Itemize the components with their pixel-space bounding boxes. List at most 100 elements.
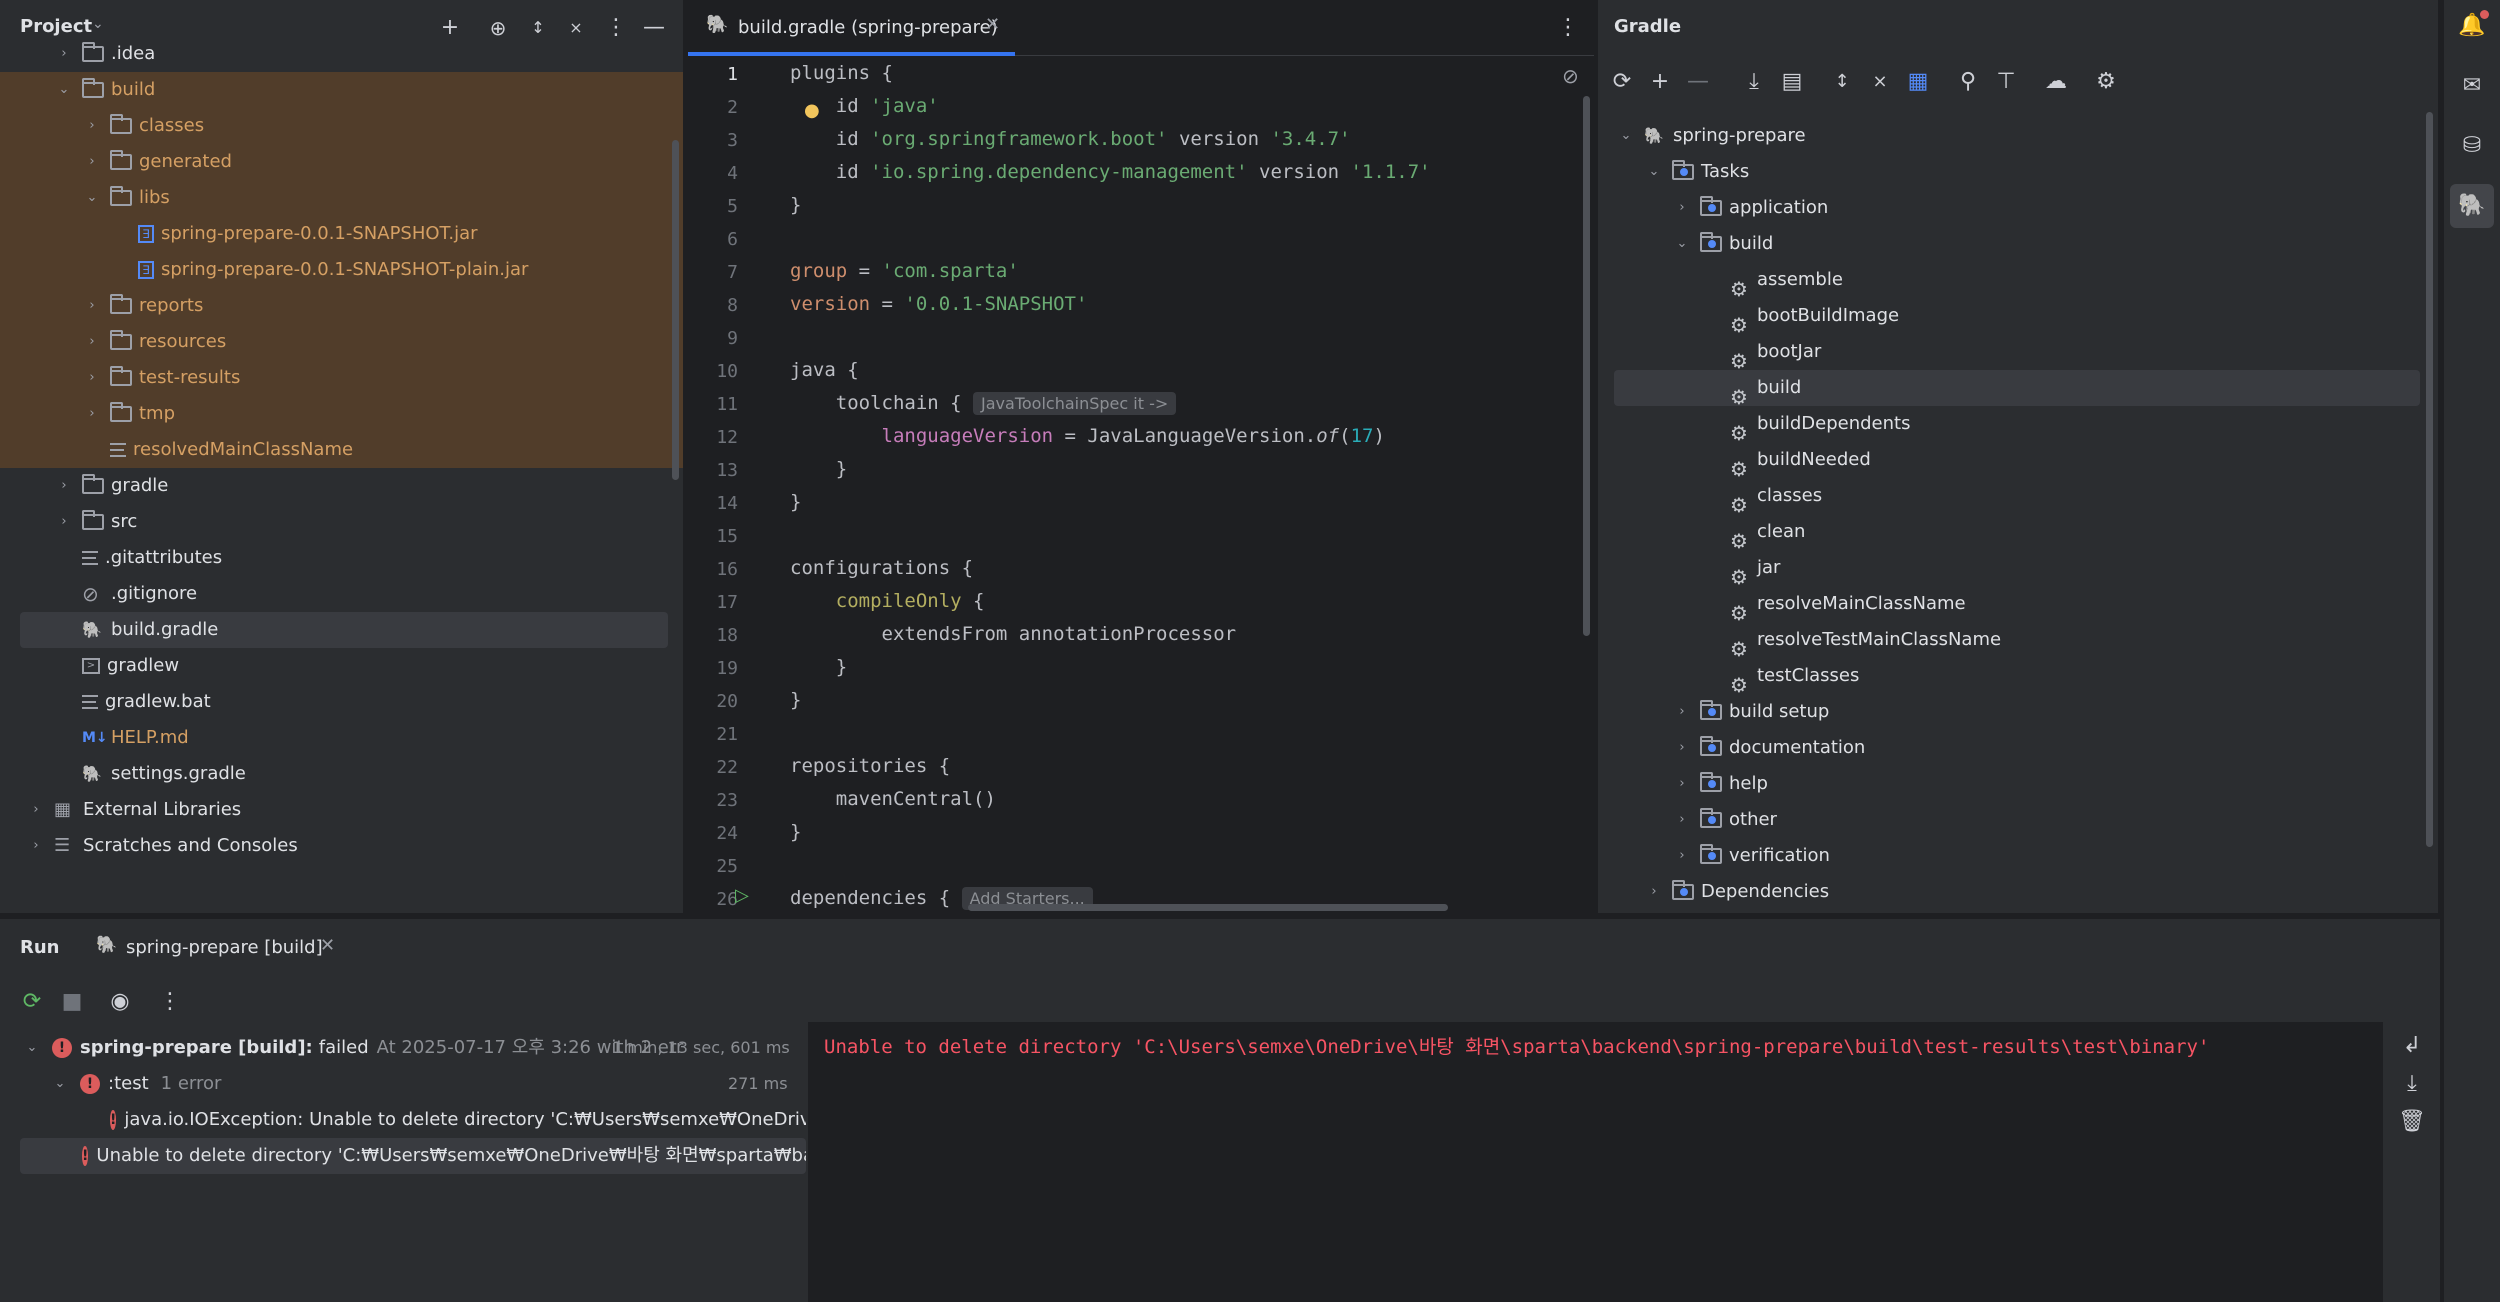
- reload-icon[interactable]: ⟳: [1608, 68, 1636, 96]
- gradle-tree-item[interactable]: › other: [1674, 802, 1777, 838]
- console-output[interactable]: Unable to delete directory 'C:\Users\sem…: [808, 1022, 2383, 1302]
- project-tree-item[interactable]: ⌄ libs: [84, 180, 170, 216]
- project-tree-item[interactable]: › test-results: [84, 360, 240, 396]
- collapse-all-icon[interactable]: ⨯: [1866, 68, 1894, 96]
- gradle-tree-item[interactable]: › help: [1674, 766, 1768, 802]
- clear-all-icon[interactable]: 🗑: [2398, 1108, 2426, 1136]
- chevron-right-icon[interactable]: ›: [28, 828, 44, 864]
- close-run-tab-icon[interactable]: ✕: [320, 935, 335, 956]
- run-gutter-icon[interactable]: ▷: [735, 885, 749, 906]
- add-icon[interactable]: +: [436, 14, 464, 42]
- project-tree-item[interactable]: .gitattributes: [56, 540, 222, 576]
- project-tree-item[interactable]: › src: [56, 504, 137, 540]
- project-tree-item[interactable]: › resources: [84, 324, 226, 360]
- reader-mode-icon[interactable]: ⊘: [1562, 64, 1579, 88]
- scroll-to-end-icon[interactable]: ⤓: [2398, 1070, 2426, 1098]
- download-icon[interactable]: ⤓: [1740, 68, 1768, 96]
- chevron-right-icon[interactable]: ›: [84, 288, 100, 324]
- project-tree-item[interactable]: › classes: [84, 108, 204, 144]
- chevron-down-icon[interactable]: ⌄: [56, 72, 72, 108]
- project-tree-item[interactable]: 🐘 settings.gradle: [56, 756, 246, 792]
- hide-panel-icon[interactable]: —: [640, 14, 668, 42]
- gradle-settings-icon[interactable]: ⚙: [2092, 68, 2120, 96]
- chevron-right-icon[interactable]: ›: [1674, 802, 1690, 838]
- chevron-down-icon[interactable]: ⌄: [1618, 118, 1634, 154]
- project-tree-item[interactable]: M↓ HELP.md: [56, 720, 189, 756]
- eye-icon[interactable]: ◉: [106, 988, 134, 1016]
- project-tree-item[interactable]: › .idea: [56, 36, 155, 72]
- chevron-right-icon[interactable]: ›: [1646, 874, 1662, 910]
- project-tree-item[interactable]: › generated: [84, 144, 232, 180]
- soft-wrap-icon[interactable]: ↲: [2398, 1032, 2426, 1060]
- chevron-right-icon[interactable]: ›: [56, 468, 72, 504]
- stop-icon[interactable]: ■: [58, 988, 86, 1016]
- chevron-right-icon[interactable]: ›: [1674, 190, 1690, 226]
- collapse-all-icon[interactable]: ⨯: [562, 14, 590, 42]
- gradle-tree-item[interactable]: › documentation: [1674, 730, 1865, 766]
- project-tree-item[interactable]: > gradlew: [56, 648, 179, 684]
- project-tree-item[interactable]: resolvedMainClassName: [84, 432, 353, 468]
- execute-task-icon[interactable]: ▤: [1778, 68, 1806, 96]
- chevron-right-icon[interactable]: ›: [28, 792, 44, 828]
- run-title[interactable]: Run: [20, 937, 60, 958]
- gradle-tree-item[interactable]: › application: [1674, 190, 1828, 226]
- gradle-tree-item[interactable]: ⌄ build: [1674, 226, 1773, 262]
- chevron-right-icon[interactable]: ›: [56, 504, 72, 540]
- chevron-right-icon[interactable]: ›: [84, 108, 100, 144]
- build-root-row[interactable]: ⌄ ! spring-prepare [build]: failed At 20…: [24, 1030, 683, 1066]
- run-tab[interactable]: 🐘 spring-prepare [build] ✕: [92, 919, 352, 975]
- project-tree-item[interactable]: › ▦ External Libraries: [28, 792, 241, 828]
- chevron-down-icon[interactable]: ⌄: [84, 180, 100, 216]
- project-tree-item[interactable]: ⌄ build: [56, 72, 155, 108]
- chevron-right-icon[interactable]: ›: [84, 324, 100, 360]
- chevron-right-icon[interactable]: ›: [1674, 694, 1690, 730]
- run-more-icon[interactable]: ⋮: [156, 988, 184, 1016]
- gradle-tree-item[interactable]: ⚙ bootBuildImage: [1702, 298, 1899, 337]
- gradle-tree-item[interactable]: ⚙ buildDependents: [1702, 406, 1910, 445]
- chevron-down-icon[interactable]: ⌄: [52, 1066, 68, 1102]
- chevron-down-icon[interactable]: ⌄: [1646, 154, 1662, 190]
- gradle-tree-item[interactable]: ⚙ assemble: [1702, 262, 1843, 301]
- project-tree-item[interactable]: › gradle: [56, 468, 168, 504]
- editor-horizontal-scrollbar[interactable]: [968, 904, 1448, 911]
- database-icon[interactable]: ⛁: [2458, 132, 2486, 160]
- test-row[interactable]: ⌄ ! :test 1 error: [52, 1066, 221, 1102]
- project-tree-item[interactable]: › reports: [84, 288, 203, 324]
- remove-icon[interactable]: —: [1684, 68, 1712, 96]
- gradle-tree-item[interactable]: ⚙ build: [1702, 370, 1801, 409]
- gradle-tree-item[interactable]: › build setup: [1674, 694, 1829, 730]
- chevron-right-icon[interactable]: ›: [84, 144, 100, 180]
- project-tree-item[interactable]: ⊘ .gitignore: [56, 576, 197, 612]
- gradle-scrollbar[interactable]: [2426, 112, 2433, 847]
- chevron-down-icon[interactable]: ⌄: [24, 1030, 40, 1066]
- rerun-icon[interactable]: ⟳: [18, 988, 46, 1016]
- chevron-down-icon[interactable]: ⌄: [1674, 226, 1690, 262]
- more-options-icon[interactable]: ⋮: [602, 14, 630, 42]
- chevron-right-icon[interactable]: ›: [56, 36, 72, 72]
- project-scrollbar[interactable]: [672, 140, 679, 480]
- gradle-tree-item[interactable]: ⚙ resolveMainClassName: [1702, 586, 1966, 625]
- project-tree-item[interactable]: gradlew.bat: [56, 684, 211, 720]
- error-row[interactable]: ! Unable to delete directory 'C:₩Users₩s…: [20, 1138, 806, 1174]
- gradle-tree-item[interactable]: ⚙ classes: [1702, 478, 1822, 517]
- gradle-tree-item[interactable]: ⌄ 🐘 spring-prepare: [1618, 118, 1806, 154]
- exception-row[interactable]: ! java.io.IOException: Unable to delete …: [110, 1102, 806, 1138]
- chevron-right-icon[interactable]: ›: [84, 396, 100, 432]
- expand-all-icon[interactable]: ↕: [524, 14, 552, 42]
- code-area[interactable]: 1 2 3 4 5 6 7 8 9 10 11 12 13 14 15 16 17 18 19 20 21 22 23 24 2…: [688, 58, 1594, 913]
- gradle-tree-item[interactable]: ⚙ testClasses: [1702, 658, 1859, 697]
- link-project-icon[interactable]: ▦: [1904, 68, 1932, 96]
- gradle-tree-item[interactable]: › verification: [1674, 838, 1830, 874]
- gradle-tree-item[interactable]: ⚙ clean: [1702, 514, 1805, 553]
- chevron-right-icon[interactable]: ›: [1674, 730, 1690, 766]
- chevron-down-icon[interactable]: ⌄: [92, 16, 104, 32]
- project-tree-item[interactable]: › ☰ Scratches and Consoles: [28, 828, 297, 864]
- gradle-tree-item[interactable]: ⌄ Tasks: [1646, 154, 1749, 190]
- chevron-right-icon[interactable]: ›: [1674, 766, 1690, 802]
- ai-assistant-icon[interactable]: ✉: [2458, 72, 2486, 100]
- analyze-dependencies-icon[interactable]: ⚲: [1954, 68, 1982, 96]
- gradle-tree-item[interactable]: ⚙ jar: [1702, 550, 1780, 589]
- gradle-strip-button[interactable]: 🐘: [2450, 184, 2494, 228]
- tab-build-gradle[interactable]: 🐘 build.gradle (spring-prepare) ✕: [688, 0, 1015, 56]
- chevron-right-icon[interactable]: ›: [1674, 838, 1690, 874]
